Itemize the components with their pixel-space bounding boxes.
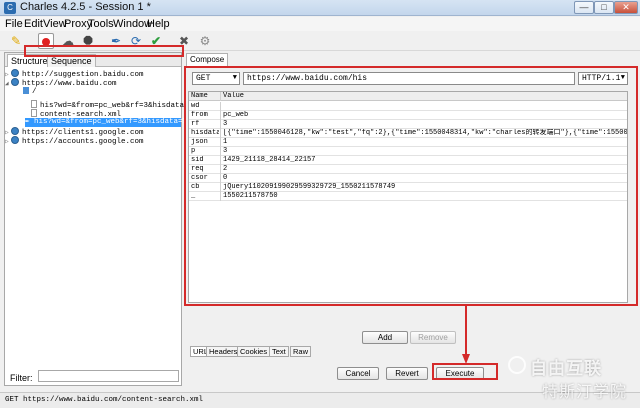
- param-value[interactable]: 3: [223, 147, 627, 155]
- chevron-down-icon: ▼: [620, 74, 625, 82]
- menu-help[interactable]: Help: [147, 18, 170, 30]
- table-row[interactable]: cb jQuery110209199029599329729_1550211578…: [189, 183, 627, 192]
- structure-panel: Structure Sequence ▷ http://suggestion.ba…: [4, 52, 216, 386]
- tab-headers[interactable]: Headers: [206, 346, 241, 357]
- column-header-value: Value: [223, 92, 245, 100]
- minimize-button[interactable]: —: [574, 1, 594, 14]
- charles-app-icon: C: [4, 2, 16, 14]
- menu-tools[interactable]: Tools: [88, 18, 114, 30]
- tree-request-content-search[interactable]: content-search.xml: [31, 109, 121, 119]
- table-header: Name Value: [189, 92, 627, 101]
- compose-pen-icon: ✒: [25, 118, 30, 126]
- tree-host-accounts-google[interactable]: ▷ https://accounts.google.com: [5, 136, 144, 146]
- param-name[interactable]: req: [191, 165, 219, 173]
- param-name[interactable]: sid: [191, 156, 219, 164]
- table-row[interactable]: csor 0: [189, 174, 627, 183]
- status-text: GET https://www.baidu.com/content-search…: [5, 396, 204, 404]
- watermark-line1: 自由互联: [530, 359, 602, 378]
- param-value[interactable]: [{"time":1550046128,"kw":"test","fq":2},…: [223, 129, 627, 137]
- maximize-button[interactable]: □: [594, 1, 614, 14]
- close-button[interactable]: ✕: [614, 1, 638, 14]
- table-row[interactable]: req 2: [189, 165, 627, 174]
- chevron-down-icon: ▼: [232, 74, 237, 82]
- tree-request-his-2[interactable]: ✒ his?wd=&from=pc_web&rf=3&hisdata=%5B%7B: [25, 118, 210, 127]
- highlight-box-request: [24, 45, 184, 57]
- params-table: Name Value wd from pc_webrf 3 hisdata [{"time…: [188, 91, 628, 303]
- cancel-button[interactable]: Cancel: [337, 367, 379, 380]
- globe-icon: [11, 136, 19, 144]
- tab-raw[interactable]: Raw: [290, 346, 312, 357]
- param-name[interactable]: hisdata: [191, 129, 219, 137]
- tab-cookies[interactable]: Cookies: [237, 346, 271, 357]
- tab-compose[interactable]: Compose: [186, 53, 229, 66]
- param-name[interactable]: cb: [191, 183, 219, 191]
- table-row[interactable]: from pc_web: [189, 111, 627, 120]
- globe-icon: [11, 127, 19, 135]
- window-title: Charles 4.2.5 - Session 1 *: [20, 1, 151, 13]
- param-name[interactable]: json: [191, 138, 219, 146]
- param-name[interactable]: wd: [191, 102, 219, 110]
- file-icon: [31, 100, 37, 108]
- file-icon: [31, 109, 37, 117]
- param-value[interactable]: 1: [223, 138, 627, 146]
- table-row[interactable]: rf 3: [189, 120, 627, 129]
- filter-label: Filter:: [10, 373, 33, 383]
- param-name[interactable]: csor: [191, 174, 219, 182]
- menu-file[interactable]: File: [5, 18, 23, 30]
- param-name[interactable]: _: [191, 192, 219, 200]
- tree-host-clients1-google[interactable]: ▷ https://clients1.google.com: [5, 127, 144, 137]
- menu-bar: File Edit View Proxy Tools Window Help: [0, 17, 640, 31]
- table-row[interactable]: json 1: [189, 138, 627, 147]
- method-select[interactable]: GET ▼: [192, 72, 240, 85]
- settings-gear-icon[interactable]: ⚙: [197, 33, 213, 49]
- param-value[interactable]: 1429_21118_28414_22157: [223, 156, 627, 164]
- table-row[interactable]: hisdata [{"time":1550046128,"kw":"test","…: [189, 129, 627, 138]
- tab-text[interactable]: Text: [269, 346, 289, 357]
- globe-icon: [11, 78, 19, 86]
- param-value[interactable]: pc_web: [223, 111, 627, 119]
- add-button[interactable]: Add: [362, 331, 408, 344]
- remove-button[interactable]: Remove: [410, 331, 456, 344]
- param-value[interactable]: 2: [223, 165, 627, 173]
- title-bar: C Charles 4.2.5 - Session 1 * — □ ✕: [0, 0, 640, 16]
- filter-input[interactable]: [38, 370, 179, 382]
- highlight-box-execute: [432, 363, 498, 380]
- watermark-logo-icon: [508, 356, 526, 374]
- param-name[interactable]: rf: [191, 120, 219, 128]
- globe-icon: [11, 69, 19, 77]
- param-name[interactable]: from: [191, 111, 219, 119]
- param-value[interactable]: 1550211578750: [223, 192, 627, 200]
- table-row[interactable]: sid 1429_21118_28414_22157: [189, 156, 627, 165]
- url-input[interactable]: https://www.baidu.com/his: [243, 72, 575, 85]
- http-version-select[interactable]: HTTP/1.1 ▼: [578, 72, 628, 85]
- param-value[interactable]: 0: [223, 174, 627, 182]
- revert-button[interactable]: Revert: [386, 367, 428, 380]
- broom-icon[interactable]: ✎: [8, 33, 24, 49]
- menu-edit[interactable]: Edit: [24, 18, 43, 30]
- watermark-line2: 特斯汀学院: [542, 384, 628, 401]
- tree-host-suggestion[interactable]: ▷ http://suggestion.baidu.com: [5, 69, 144, 79]
- request-icon: [23, 87, 29, 94]
- red-arrow-annotation: [462, 306, 470, 364]
- tree-path-root[interactable]: /: [23, 87, 37, 96]
- param-value[interactable]: jQuery110209199029599329729_155021157874…: [223, 183, 627, 191]
- watermark-logo: 自由互联 特斯汀学院: [508, 354, 636, 401]
- param-name[interactable]: p: [191, 147, 219, 155]
- table-row[interactable]: p3: [189, 147, 627, 156]
- table-row[interactable]: _ 1550211578750: [189, 192, 627, 201]
- tree-host-baidu[interactable]: ◢ https://www.baidu.com: [5, 78, 117, 88]
- table-row[interactable]: wd: [189, 102, 627, 111]
- param-value[interactable]: 3: [223, 120, 627, 128]
- column-header-name: Name: [191, 92, 208, 100]
